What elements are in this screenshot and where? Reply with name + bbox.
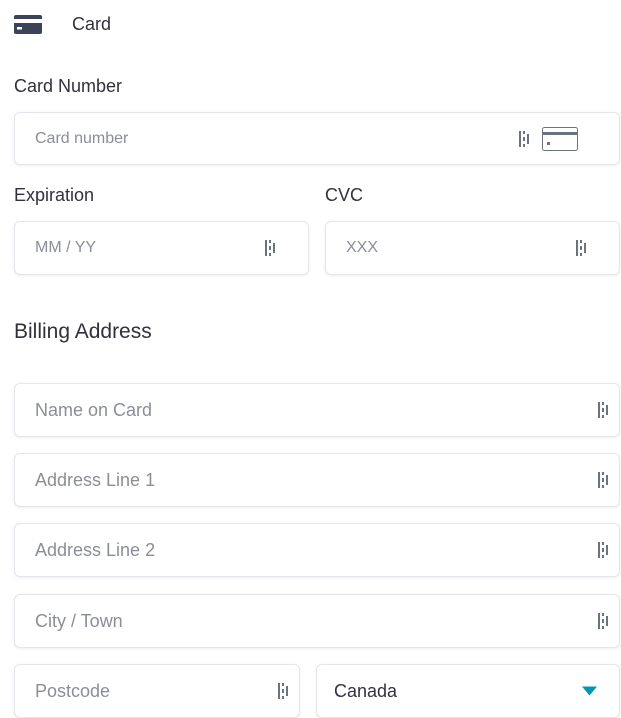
cvc-input[interactable]: [346, 222, 559, 274]
autofill-icon[interactable]: [264, 238, 278, 258]
credit-card-icon: [14, 14, 42, 34]
cvc-label: CVC: [325, 185, 364, 205]
autofill-icon[interactable]: [575, 238, 589, 258]
address-line-1-field[interactable]: [14, 453, 620, 507]
expiration-field[interactable]: [14, 221, 309, 275]
country-select[interactable]: Canada: [316, 664, 620, 718]
address-line-2-input[interactable]: [35, 524, 559, 576]
country-select-value: Canada: [334, 680, 398, 701]
expiration-label: Expiration: [14, 185, 95, 205]
billing-address-heading: Billing Address: [14, 320, 152, 343]
tab-label: Card: [72, 13, 112, 34]
autofill-icon[interactable]: [277, 681, 291, 701]
autofill-icon[interactable]: [518, 129, 532, 149]
expiration-input[interactable]: [35, 222, 248, 274]
card-brand-icon: [542, 126, 578, 151]
card-number-input[interactable]: [35, 113, 559, 164]
card-number-label: Card Number: [14, 76, 123, 96]
postcode-field[interactable]: [14, 664, 300, 718]
name-on-card-input[interactable]: [35, 384, 559, 436]
autofill-icon[interactable]: [597, 400, 611, 420]
chevron-down-icon: [582, 686, 597, 696]
autofill-icon[interactable]: [597, 540, 611, 560]
card-payment-tab[interactable]: Card: [14, 10, 111, 38]
autofill-icon[interactable]: [597, 470, 611, 490]
name-on-card-field[interactable]: [14, 383, 620, 437]
address-line-1-input[interactable]: [35, 454, 559, 506]
postcode-input[interactable]: [35, 665, 239, 717]
autofill-icon[interactable]: [597, 611, 611, 631]
card-number-field[interactable]: [14, 112, 620, 165]
city-field[interactable]: [14, 594, 620, 648]
cvc-field[interactable]: [325, 221, 620, 275]
address-line-2-field[interactable]: [14, 523, 620, 577]
city-input[interactable]: [35, 595, 559, 647]
